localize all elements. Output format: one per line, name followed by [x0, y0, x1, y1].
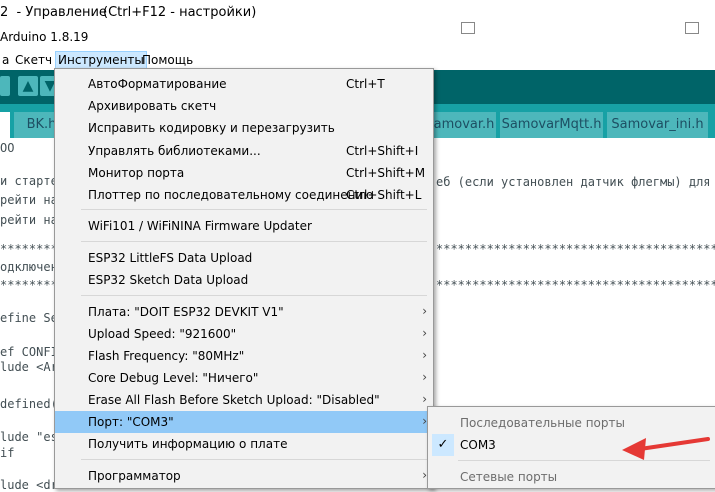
menu-item-label: WiFi101 / WiFiNINA Firmware Updater: [88, 219, 312, 233]
menu-item-autoformat[interactable]: АвтоФорматирование Ctrl+T: [55, 73, 433, 95]
code-line: рейти на: [0, 193, 58, 207]
port-label: COM3: [460, 438, 496, 452]
menu-item-label: Порт: "COM3": [88, 415, 174, 429]
menu-help[interactable]: Помощь: [140, 52, 195, 68]
code-line: if: [0, 446, 15, 460]
code-line: lude <dr: [0, 478, 58, 492]
network-ports-header: Сетевые порты: [460, 470, 558, 484]
tab-samovar-ini[interactable]: Samovar_ini.h: [607, 112, 708, 138]
menu-item-label: Монитор порта: [88, 166, 185, 180]
code-line: одключен: [0, 260, 58, 274]
tab-current[interactable]: [0, 112, 10, 138]
submenu-arrow-icon: ›: [422, 370, 427, 384]
menu-item-label: Управлять библиотеками...: [88, 144, 261, 158]
menu-separator: [81, 295, 427, 296]
menu-item-firmware-updater[interactable]: WiFi101 / WiFiNINA Firmware Updater: [55, 215, 433, 237]
menu-item-label: Плоттер по последовательному соединению: [88, 188, 374, 202]
menu-item-manage-libraries[interactable]: Управлять библиотеками... Ctrl+Shift+I: [55, 140, 433, 162]
open-sketch-icon[interactable]: ▲: [18, 76, 38, 96]
menu-item-label: ESP32 Sketch Data Upload: [88, 273, 249, 287]
menu-item-shortcut: Ctrl+Shift+L: [346, 188, 422, 202]
menu-item-label: АвтоФорматирование: [88, 77, 227, 91]
menu-item-label: Core Debug Level: "Ничего": [88, 371, 259, 385]
menu-item-core-debug-level[interactable]: Core Debug Level: "Ничего" ›: [55, 367, 433, 389]
menu-item-board-info[interactable]: Получить информацию о плате: [55, 433, 433, 455]
menu-item-shortcut: Ctrl+Shift+I: [346, 144, 419, 158]
menu-item-shortcut: Ctrl+T: [346, 77, 385, 91]
code-line-fragment: еб (если установлен датчик флегмы) для с…: [436, 175, 715, 189]
menu-item-label: Программатор: [88, 469, 181, 483]
menu-sketch[interactable]: Скетч: [13, 52, 54, 68]
menu-item-label: Плата: "DOIT ESP32 DEVKIT V1": [88, 305, 284, 319]
submenu-arrow-icon: ›: [422, 304, 427, 318]
code-line: ef CONFI: [0, 345, 58, 359]
code-line: lude "es: [0, 430, 58, 444]
checkmark-icon: ✓: [432, 434, 454, 456]
menu-item-label: Erase All Flash Before Sketch Upload: "D…: [88, 393, 380, 407]
menu-item-littlefs-upload[interactable]: ESP32 LittleFS Data Upload: [55, 247, 433, 269]
tools-menu: АвтоФорматирование Ctrl+T Архивировать с…: [54, 68, 434, 489]
menu-bar: а Скетч Инструменты Помощь: [0, 50, 715, 70]
menu-tools[interactable]: Инструменты: [55, 51, 147, 69]
menu-item-label: Архивировать скетч: [88, 99, 217, 113]
serial-ports-header: Последовательные порты: [460, 416, 625, 430]
menu-item-sketch-data-upload[interactable]: ESP32 Sketch Data Upload: [55, 269, 433, 291]
menu-item-label: ESP32 LittleFS Data Upload: [88, 251, 253, 265]
title-bar: 2 - Управление (Ctrl+F12 - настройки): [0, 0, 715, 28]
menu-item-label: Upload Speed: "921600": [88, 327, 237, 341]
app-name: Arduino 1.8.19: [0, 30, 89, 44]
code-line-fragment: ****************************************…: [436, 278, 715, 292]
code-line: defined(: [0, 397, 58, 411]
menu-item-programmer[interactable]: Программатор ›: [55, 465, 433, 487]
code-line: OO: [0, 141, 15, 155]
tab-samovar[interactable]: amovar.h: [432, 112, 496, 138]
code-line: efine Se: [0, 311, 58, 325]
menu-item-label: Получить информацию о плате: [88, 437, 288, 451]
menu-separator: [81, 241, 427, 242]
menu-item-archive-sketch[interactable]: Архивировать скетч: [55, 95, 433, 117]
tab-samovarmqtt[interactable]: SamovarMqtt.h: [500, 112, 603, 138]
window-title-hint: (Ctrl+F12 - настройки): [103, 5, 257, 20]
menu-separator: [81, 459, 427, 460]
new-sketch-icon[interactable]: [0, 76, 10, 96]
annotation-arrow-icon: [622, 437, 710, 460]
menu-item-serial-monitor[interactable]: Монитор порта Ctrl+Shift+M: [55, 162, 433, 184]
menu-item-upload-speed[interactable]: Upload Speed: "921600" ›: [55, 323, 433, 345]
menu-item-serial-plotter[interactable]: Плоттер по последовательному соединению …: [55, 184, 433, 206]
menu-item-shortcut: Ctrl+Shift+M: [346, 166, 426, 180]
menu-file[interactable]: а: [0, 52, 11, 68]
menu-item-port[interactable]: Порт: "COM3" ›: [55, 411, 433, 433]
submenu-arrow-icon: ›: [422, 348, 427, 362]
code-line: lude <Ar: [0, 360, 58, 374]
menu-item-flash-frequency[interactable]: Flash Frequency: "80MHz" ›: [55, 345, 433, 367]
menu-item-label: Flash Frequency: "80MHz": [88, 349, 245, 363]
code-line-fragment: ****************************************…: [436, 242, 715, 256]
menu-item-erase-flash[interactable]: Erase All Flash Before Sketch Upload: "D…: [55, 389, 433, 411]
maximize-icon[interactable]: [685, 22, 699, 34]
submenu-arrow-icon: ›: [422, 392, 427, 406]
window-title: 2 - Управление: [0, 5, 107, 20]
menu-item-label: Исправить кодировку и перезагрузить: [88, 121, 335, 135]
menu-separator: [81, 209, 427, 210]
menu-item-board[interactable]: Плата: "DOIT ESP32 DEVKIT V1" ›: [55, 301, 433, 323]
submenu-arrow-icon: ›: [422, 326, 427, 340]
code-line: рейти на: [0, 213, 58, 227]
minimize-icon[interactable]: [461, 22, 475, 34]
menu-item-fix-encoding[interactable]: Исправить кодировку и перезагрузить: [55, 117, 433, 139]
